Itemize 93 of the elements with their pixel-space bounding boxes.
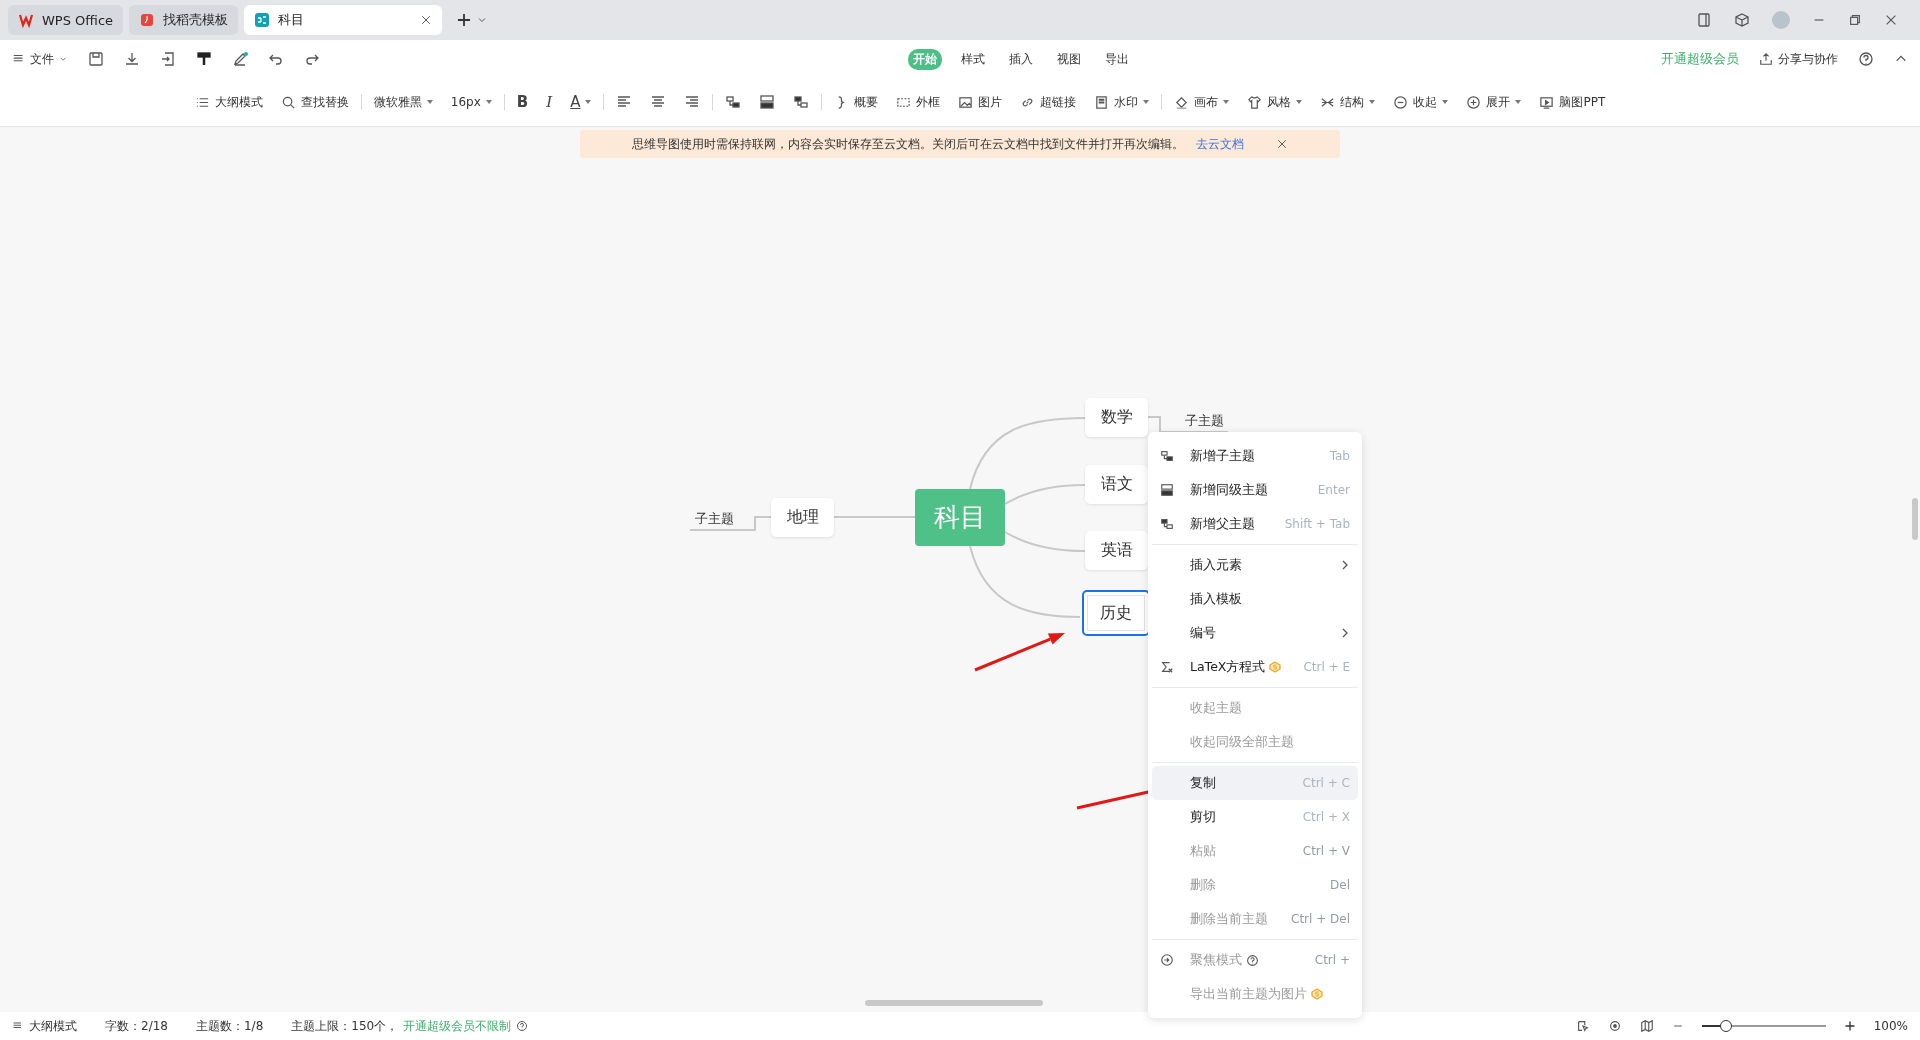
pen-icon[interactable] [232, 51, 248, 67]
menu-item[interactable]: 新增父主题 Shift + Tab [1152, 507, 1358, 541]
browser-tab[interactable]: 找稻壳模板 [129, 5, 239, 35]
toolbar-button[interactable]: 水印 [1094, 93, 1150, 111]
child-topic-icon[interactable] [725, 94, 742, 110]
shirt-icon [1247, 94, 1263, 110]
toolbar-button[interactable]: 概要 [834, 93, 879, 111]
parent-topic-icon [1160, 517, 1174, 531]
zoom-level: 100% [1873, 1019, 1908, 1033]
vertical-scrollbar[interactable] [1912, 498, 1918, 540]
wps-logo-icon [18, 12, 34, 28]
toolbar-button[interactable]: 收起 [1393, 93, 1449, 111]
topic-limit: 主题上限：150个， [291, 1017, 399, 1035]
topic-node[interactable]: 数学 [1085, 398, 1148, 437]
toolbar-button[interactable]: 查找替换 [280, 93, 349, 111]
toolbar-button[interactable]: 展开 [1466, 93, 1522, 111]
word-count: 字数：2/18 [105, 1017, 168, 1035]
toolbar-button[interactable]: 画布 [1174, 93, 1230, 111]
subtopic-label[interactable]: 子主题 [1185, 412, 1224, 430]
mindmap-doc-icon [254, 12, 271, 28]
align-right-icon[interactable] [684, 94, 701, 110]
outline-mode-button[interactable]: 大纲模式 [12, 1017, 77, 1035]
child-topic-icon [1160, 449, 1174, 463]
parent-topic-icon[interactable] [793, 94, 810, 110]
restore-icon[interactable] [1848, 13, 1862, 27]
menu-item[interactable]: 新增同级主题 Enter [1152, 473, 1358, 507]
browser-tab[interactable]: 科目 [244, 5, 443, 35]
share-icon [1759, 52, 1773, 66]
menu-item[interactable]: 新增子主题 Tab [1152, 439, 1358, 473]
menu-item[interactable]: 剪切 Ctrl + X [1152, 800, 1358, 834]
notice-text: 思维导图使用时需保持联网，内容会实时保存至云文档。关闭后可在云文档中找到文件并打开再次编辑。 [632, 135, 1184, 153]
cloud-docs-link[interactable]: 去云文档 [1196, 135, 1244, 153]
export-icon[interactable] [160, 51, 176, 67]
locate-icon[interactable] [1607, 1019, 1622, 1033]
close-icon[interactable] [1884, 13, 1898, 27]
browser-tab[interactable]: WPS Office [8, 5, 124, 35]
sibling-topic-icon[interactable] [759, 94, 776, 110]
minus-circle-icon [1393, 94, 1409, 110]
topic-count: 主题数：1/8 [195, 1017, 264, 1035]
save-icon[interactable] [88, 51, 104, 67]
focus-icon [1160, 953, 1174, 967]
sigma-icon [1160, 660, 1174, 674]
format-painter-icon[interactable] [196, 51, 212, 67]
menu-item[interactable]: 插入模板 [1152, 582, 1358, 616]
topic-node[interactable]: 地理 [771, 498, 834, 537]
plus-circle-icon [1466, 94, 1482, 110]
search-icon [280, 94, 296, 110]
template-logo-icon [139, 12, 156, 28]
slider-thumb[interactable] [1720, 1020, 1733, 1032]
help-icon[interactable] [1858, 51, 1874, 67]
sibling-topic-icon [1160, 483, 1174, 497]
topic-node[interactable]: 历史 [1082, 590, 1150, 636]
map-icon[interactable] [1639, 1019, 1654, 1033]
ribbon-tab[interactable]: 插入 [1003, 48, 1038, 70]
align-left-icon[interactable] [616, 94, 633, 110]
font-select[interactable]: 微软雅黑 [373, 93, 433, 111]
watermark-icon [1094, 94, 1110, 110]
topic-node[interactable]: 语文 [1085, 465, 1148, 504]
align-center-icon[interactable] [650, 94, 667, 110]
ribbon-tab[interactable]: 样式 [955, 48, 990, 70]
menu-item[interactable]: 编号 [1152, 616, 1358, 650]
topic-node[interactable]: 英语 [1085, 531, 1148, 570]
toolbar-button[interactable]: 脑图PPT [1539, 93, 1606, 111]
help-icon[interactable] [516, 1020, 529, 1032]
plus-icon[interactable] [1843, 1020, 1856, 1032]
cube-icon[interactable] [1734, 12, 1750, 28]
format-button[interactable]: B [516, 93, 529, 111]
file-menu[interactable]: 文件 [12, 50, 68, 68]
share-button[interactable]: 分享与协作 [1759, 50, 1838, 68]
menu-item[interactable]: 复制 Ctrl + C [1152, 766, 1358, 800]
ribbon-tab[interactable]: 视图 [1051, 48, 1086, 70]
download-icon[interactable] [124, 51, 140, 67]
tablet-icon[interactable] [1696, 12, 1712, 28]
image-icon [958, 94, 974, 110]
ribbon-tab[interactable]: 导出 [1099, 48, 1134, 70]
select-icon[interactable] [1575, 1019, 1590, 1033]
plus-icon[interactable] [456, 12, 473, 28]
format-button[interactable]: I [546, 93, 553, 111]
horizontal-scrollbar[interactable] [865, 1000, 1043, 1006]
menu-item[interactable]: 插入元素 [1152, 548, 1358, 582]
presentation-icon [1539, 94, 1555, 110]
toolbar-button[interactable]: 结构 [1320, 93, 1376, 111]
font-select[interactable]: 16px [450, 95, 492, 109]
menu-item[interactable]: LaTeX方程式 Ctrl + E [1152, 650, 1358, 684]
close-icon[interactable] [1276, 138, 1288, 150]
toolbar-button[interactable]: 风格 [1247, 93, 1303, 111]
toolbar-button[interactable]: 大纲模式 [194, 93, 263, 111]
close-icon[interactable] [420, 14, 433, 26]
toolbar-button[interactable]: 外框 [896, 93, 941, 111]
toolbar-button[interactable]: 图片 [958, 93, 1003, 111]
format-button[interactable]: A [570, 93, 592, 111]
subtopic-label[interactable]: 子主题 [695, 510, 734, 528]
toolbar-button[interactable]: 超链接 [1020, 93, 1077, 111]
